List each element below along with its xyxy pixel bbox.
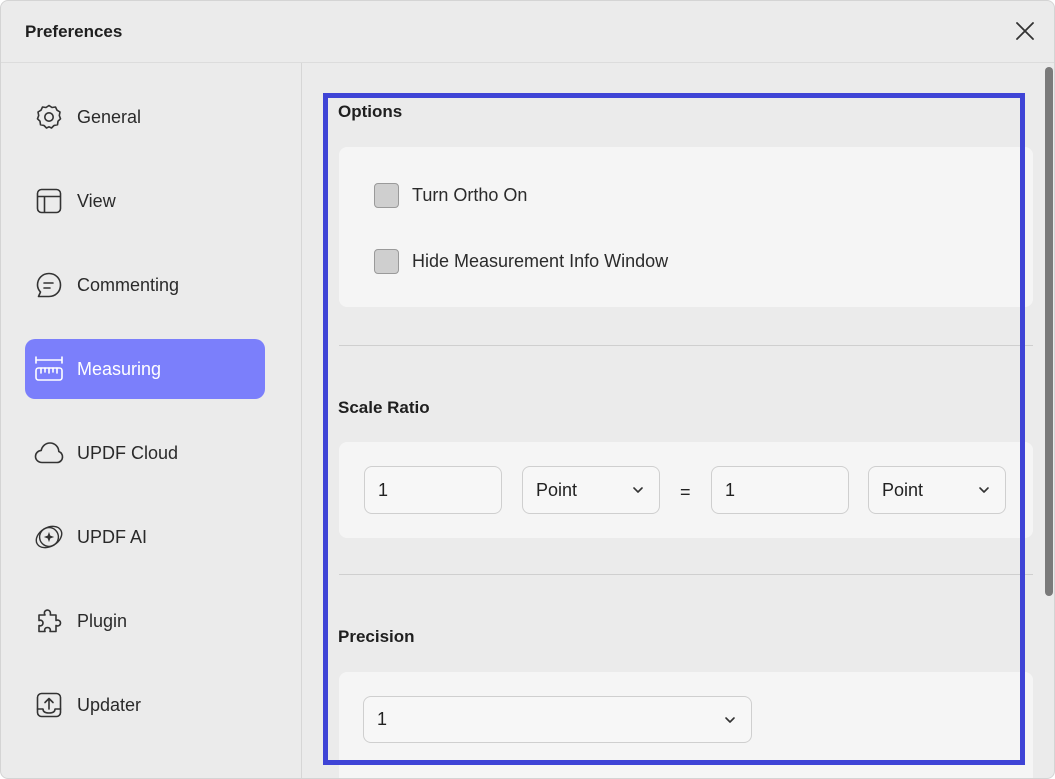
close-button[interactable] <box>1012 18 1038 44</box>
options-card: Turn Ortho On Hide Measurement Info Wind… <box>339 147 1033 307</box>
sidebar-item-plugin[interactable]: Plugin <box>25 591 265 651</box>
close-icon <box>1016 22 1034 40</box>
scale-right-value-input[interactable]: 1 <box>711 466 849 514</box>
chevron-down-icon <box>633 487 643 493</box>
section-divider <box>339 345 1033 346</box>
upload-icon <box>33 689 65 721</box>
precision-select[interactable]: 1 <box>363 696 752 743</box>
sidebar-item-label: Commenting <box>77 275 180 295</box>
scale-left-unit-select[interactable]: Point <box>522 466 660 514</box>
equals-sign: = <box>680 482 691 502</box>
sidebar-item-label: View <box>77 191 116 211</box>
scale-right-unit: Point <box>882 479 924 500</box>
chevron-down-icon <box>979 487 989 493</box>
checkbox-label: Turn Ortho On <box>412 184 528 205</box>
precision-value: 1 <box>377 709 388 729</box>
sidebar-item-updater[interactable]: Updater <box>25 675 265 735</box>
scale-ratio-section-title: Scale Ratio <box>338 398 430 417</box>
cloud-icon <box>33 437 65 469</box>
turn-ortho-on-checkbox[interactable] <box>374 182 399 208</box>
window-title: Preferences <box>25 22 123 41</box>
scale-ratio-card: 1 Point = 1 Point <box>339 442 1033 538</box>
turn-ortho-on-checkbox-row[interactable]: Turn Ortho On <box>374 182 527 208</box>
scale-left-unit: Point <box>536 479 578 500</box>
precision-section-title: Precision <box>338 627 415 646</box>
ai-sparkle-icon <box>33 521 65 553</box>
sidebar-item-updf-cloud[interactable]: UPDF Cloud <box>25 423 265 483</box>
sidebar-item-updf-ai[interactable]: UPDF AI <box>25 507 265 567</box>
hide-measurement-info-checkbox-row[interactable]: Hide Measurement Info Window <box>374 248 668 274</box>
layout-icon <box>33 185 65 217</box>
preferences-window: Preferences General View Commenting Meas… <box>0 0 1055 779</box>
puzzle-icon <box>33 605 65 637</box>
scale-right-unit-select[interactable]: Point <box>868 466 1006 514</box>
section-divider <box>339 574 1033 575</box>
chevron-down-icon <box>725 717 735 723</box>
gear-icon <box>33 101 65 133</box>
sidebar-item-label: Plugin <box>77 611 128 631</box>
ruler-icon <box>33 353 65 385</box>
sidebar-item-label: Updater <box>77 695 142 715</box>
scale-left-value-input[interactable]: 1 <box>364 466 502 514</box>
sidebar: General View Commenting Measuring UPDF C… <box>1 63 302 778</box>
sidebar-item-label: UPDF Cloud <box>77 443 179 463</box>
hide-measurement-info-checkbox[interactable] <box>374 248 399 274</box>
scrollbar-thumb[interactable] <box>1045 67 1053 596</box>
checkbox-label: Hide Measurement Info Window <box>412 250 669 271</box>
measuring-settings-panel: Options Turn Ortho On Hide Measurement I… <box>303 63 1054 778</box>
precision-card: 1 <box>339 672 1033 778</box>
vertical-scrollbar[interactable] <box>1042 63 1054 778</box>
sidebar-item-label: Measuring <box>77 359 162 379</box>
scale-right-value: 1 <box>725 479 736 500</box>
sidebar-item-view[interactable]: View <box>25 171 265 231</box>
sidebar-item-general[interactable]: General <box>25 87 265 147</box>
scale-left-value: 1 <box>378 479 389 500</box>
options-section-title: Options <box>338 102 403 121</box>
sidebar-item-commenting[interactable]: Commenting <box>25 255 265 315</box>
comment-icon <box>33 269 65 301</box>
sidebar-item-label: UPDF AI <box>77 527 148 547</box>
title-bar: Preferences <box>1 1 1054 63</box>
sidebar-item-measuring[interactable]: Measuring <box>25 339 265 399</box>
sidebar-item-label: General <box>77 107 142 127</box>
